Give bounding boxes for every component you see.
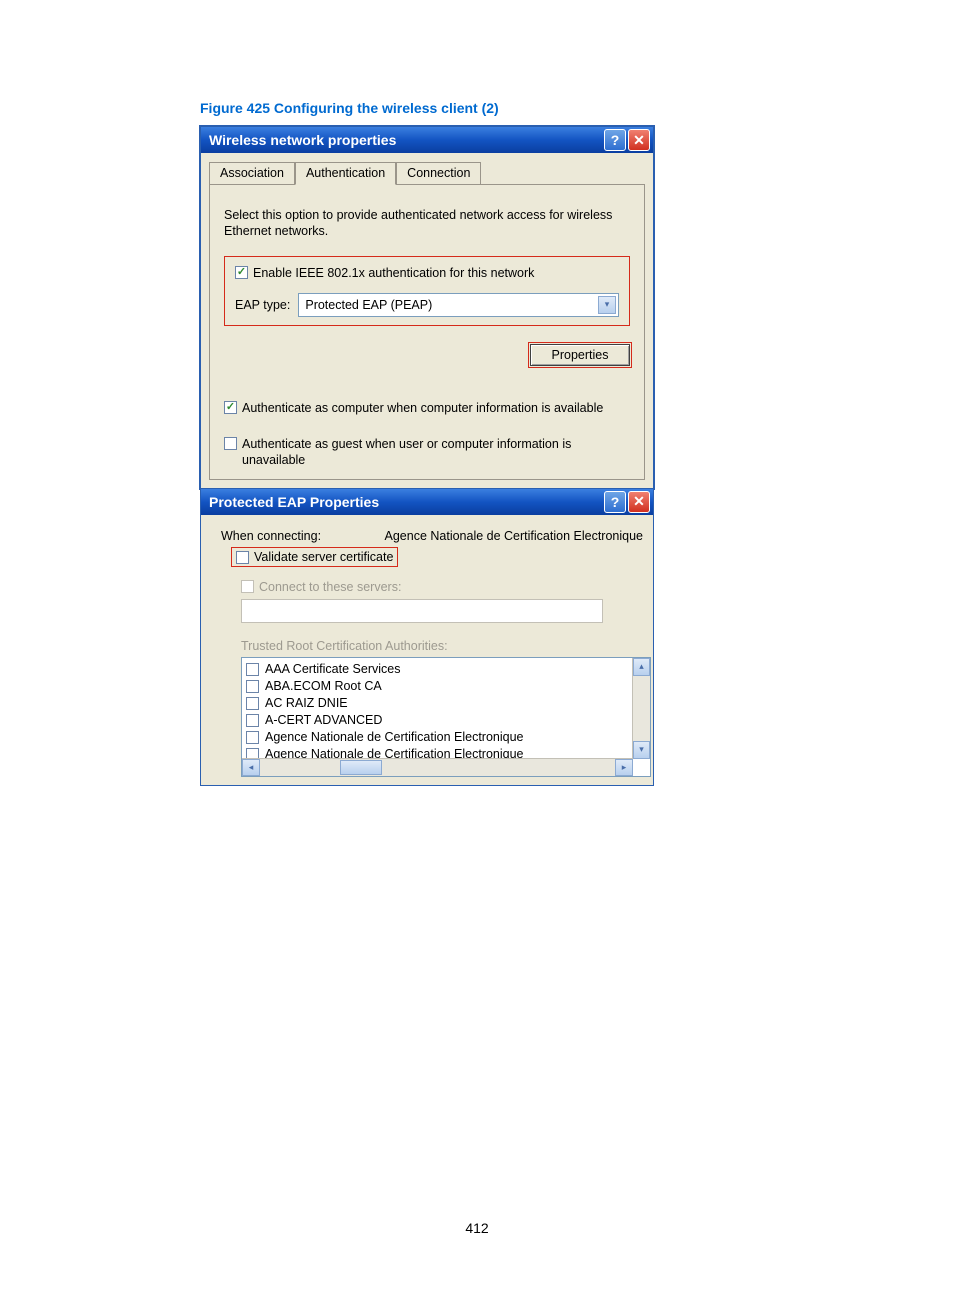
ca-label: Agence Nationale de Certification Electr… xyxy=(265,746,524,758)
window-title: Protected EAP Properties xyxy=(209,494,379,510)
connect-servers-input[interactable] xyxy=(241,599,603,623)
close-button[interactable]: ✕ xyxy=(628,129,650,151)
tab-connection[interactable]: Connection xyxy=(396,162,481,185)
validate-cert-checkbox[interactable] xyxy=(236,551,249,564)
ca-label: AAA Certificate Services xyxy=(265,661,400,678)
when-connecting-label: When connecting: xyxy=(221,529,321,543)
auth-as-computer-checkbox[interactable] xyxy=(224,401,237,414)
help-button[interactable]: ? xyxy=(604,491,626,513)
enable-8021x-label: Enable IEEE 802.1x authentication for th… xyxy=(253,265,534,281)
scroll-thumb[interactable] xyxy=(340,760,382,775)
enable-8021x-checkbox[interactable] xyxy=(235,266,248,279)
eap-type-combo[interactable]: Protected EAP (PEAP) ▾ xyxy=(298,293,619,317)
scroll-left-icon[interactable]: ◂ xyxy=(242,759,260,776)
tab-strip: Association Authentication Connection xyxy=(201,153,653,184)
connect-servers-label: Connect to these servers: xyxy=(259,579,401,595)
list-item[interactable]: AC RAIZ DNIE xyxy=(246,695,646,712)
ca-checkbox[interactable] xyxy=(246,663,259,676)
scroll-right-icon[interactable]: ▸ xyxy=(615,759,633,776)
titlebar: Protected EAP Properties ? ✕ xyxy=(201,489,653,515)
protected-eap-window: Protected EAP Properties ? ✕ When connec… xyxy=(200,488,654,786)
scroll-up-icon[interactable]: ▴ xyxy=(633,658,650,676)
list-item[interactable]: Agence Nationale de Certification Electr… xyxy=(246,746,646,758)
help-button[interactable]: ? xyxy=(604,129,626,151)
eap-type-value: Protected EAP (PEAP) xyxy=(305,298,432,312)
ca-label: AC RAIZ DNIE xyxy=(265,695,348,712)
list-item[interactable]: Agence Nationale de Certification Electr… xyxy=(246,729,646,746)
window-title: Wireless network properties xyxy=(209,132,396,148)
list-item[interactable]: AAA Certificate Services xyxy=(246,661,646,678)
auth-as-guest-checkbox[interactable] xyxy=(224,437,237,450)
ca-checkbox[interactable] xyxy=(246,714,259,727)
chevron-down-icon: ▾ xyxy=(598,296,616,314)
ca-label: Agence Nationale de Certification Electr… xyxy=(265,729,524,746)
auth-description: Select this option to provide authentica… xyxy=(224,207,630,240)
auth-as-guest-label: Authenticate as guest when user or compu… xyxy=(242,436,630,469)
list-item[interactable]: A-CERT ADVANCED xyxy=(246,712,646,729)
highlighted-8021x-group: Enable IEEE 802.1x authentication for th… xyxy=(224,256,630,326)
figure-caption: Figure 425 Configuring the wireless clie… xyxy=(200,100,764,116)
trusted-ca-listbox[interactable]: AAA Certificate Services ABA.ECOM Root C… xyxy=(241,657,651,777)
horizontal-scrollbar[interactable]: ◂ ▸ xyxy=(242,758,633,776)
wireless-properties-window: Wireless network properties ? ✕ Associat… xyxy=(200,126,654,489)
properties-button[interactable]: Properties xyxy=(530,344,630,366)
highlighted-validate-group: Validate server certificate xyxy=(231,547,398,567)
scroll-down-icon[interactable]: ▾ xyxy=(633,741,650,759)
ca-checkbox[interactable] xyxy=(246,680,259,693)
ca-checkbox[interactable] xyxy=(246,748,259,758)
ca-label: ABA.ECOM Root CA xyxy=(265,678,382,695)
validate-cert-label: Validate server certificate xyxy=(254,550,393,564)
page-number: 412 xyxy=(0,1220,954,1236)
ca-items: AAA Certificate Services ABA.ECOM Root C… xyxy=(242,658,650,758)
ca-checkbox[interactable] xyxy=(246,731,259,744)
trusted-ca-label: Trusted Root Certification Authorities: xyxy=(241,639,629,653)
tab-authentication[interactable]: Authentication xyxy=(295,162,396,185)
connect-servers-checkbox[interactable] xyxy=(241,580,254,593)
ca-label: A-CERT ADVANCED xyxy=(265,712,382,729)
close-button[interactable]: ✕ xyxy=(628,491,650,513)
eap-type-label: EAP type: xyxy=(235,298,290,312)
titlebar: Wireless network properties ? ✕ xyxy=(201,127,653,153)
vertical-scrollbar[interactable]: ▴ ▾ xyxy=(632,658,650,759)
list-item[interactable]: ABA.ECOM Root CA xyxy=(246,678,646,695)
when-connecting-extra: Agence Nationale de Certification Electr… xyxy=(385,529,644,543)
auth-as-computer-label: Authenticate as computer when computer i… xyxy=(242,400,603,416)
ca-checkbox[interactable] xyxy=(246,697,259,710)
tab-association[interactable]: Association xyxy=(209,162,295,185)
tab-panel-authentication: Select this option to provide authentica… xyxy=(209,184,645,480)
